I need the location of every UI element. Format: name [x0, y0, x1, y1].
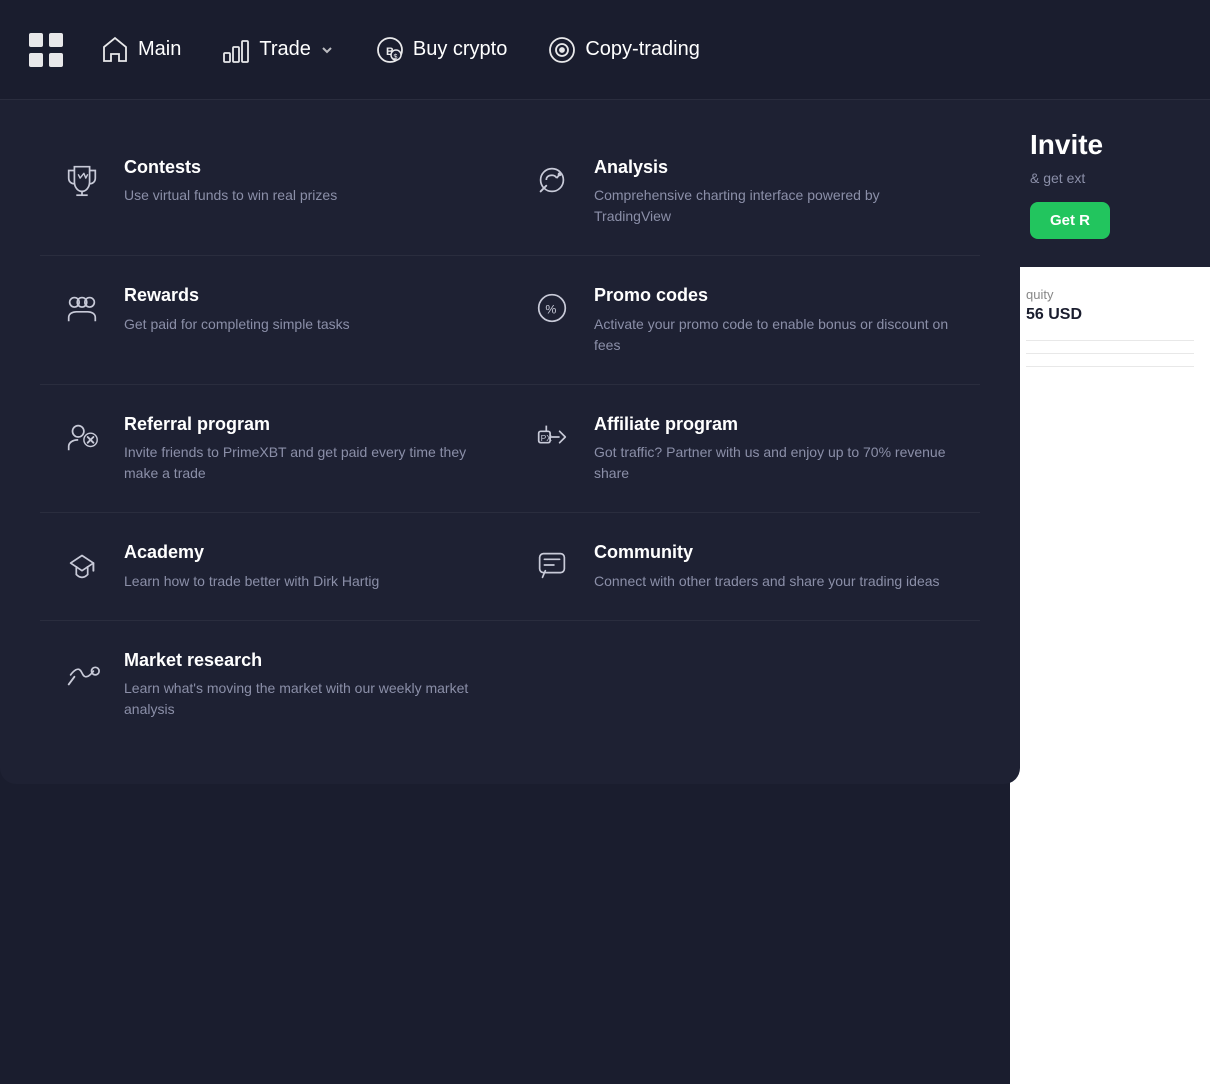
affiliate-desc: Got traffic? Partner with us and enjoy u… — [594, 442, 960, 484]
rewards-content: Rewards Get paid for completing simple t… — [124, 284, 490, 334]
promo-icon: % — [530, 286, 574, 330]
invite-card: Invite & get ext Get R — [1010, 100, 1210, 267]
analysis-title: Analysis — [594, 156, 960, 179]
academy-icon — [60, 543, 104, 587]
svg-text:$: $ — [393, 54, 397, 61]
equity-section: quity 56 USD — [1010, 267, 1210, 1084]
trade-dropdown: Contests Use virtual funds to win real p… — [0, 100, 1020, 784]
promo-content: Promo codes Activate your promo code to … — [594, 284, 960, 355]
referral-content: Referral program Invite friends to Prime… — [124, 413, 490, 484]
equity-value: 56 USD — [1026, 306, 1194, 324]
dropdown-item-rewards[interactable]: Rewards Get paid for completing simple t… — [40, 260, 510, 379]
invite-sub: & get ext — [1030, 170, 1190, 186]
community-title: Community — [594, 541, 960, 564]
affiliate-icon: PX — [530, 415, 574, 459]
academy-desc: Learn how to trade better with Dirk Hart… — [124, 571, 490, 592]
promo-desc: Activate your promo code to enable bonus… — [594, 314, 960, 356]
affiliate-content: Affiliate program Got traffic? Partner w… — [594, 413, 960, 484]
dropdown-item-promo[interactable]: % Promo codes Activate your promo code t… — [510, 260, 980, 379]
svg-text:PX: PX — [541, 433, 553, 443]
dropdown-grid: Contests Use virtual funds to win real p… — [40, 132, 980, 744]
get-referral-button[interactable]: Get R — [1030, 202, 1110, 239]
rewards-desc: Get paid for completing simple tasks — [124, 314, 490, 335]
divider-4 — [40, 620, 980, 621]
equity-divider-2 — [1026, 353, 1194, 354]
academy-content: Academy Learn how to trade better with D… — [124, 541, 490, 591]
rewards-title: Rewards — [124, 284, 490, 307]
nav-copy-trading[interactable]: Copy-trading — [531, 25, 716, 75]
dropdown-item-community[interactable]: Community Connect with other traders and… — [510, 517, 980, 615]
trade-chevron-icon — [319, 42, 335, 58]
nav-main[interactable]: Main — [84, 25, 197, 75]
community-icon — [530, 543, 574, 587]
community-desc: Connect with other traders and share you… — [594, 571, 960, 592]
contests-desc: Use virtual funds to win real prizes — [124, 185, 490, 206]
dropdown-item-affiliate[interactable]: PX Affiliate program Got traffic? Partne… — [510, 389, 980, 508]
equity-divider-3 — [1026, 366, 1194, 367]
dropdown-item-analysis[interactable]: Analysis Comprehensive charting interfac… — [510, 132, 980, 251]
nav-copy-trading-label: Copy-trading — [585, 38, 700, 61]
right-panel: drawal limit Invite & get ext Get R quit… — [1010, 0, 1210, 1084]
invite-title: Invite — [1030, 128, 1190, 162]
promo-title: Promo codes — [594, 284, 960, 307]
app-logo[interactable] — [24, 28, 68, 72]
equity-label: quity — [1026, 287, 1194, 302]
dropdown-item-market-research[interactable]: Market research Learn what's moving the … — [40, 625, 510, 744]
nav-buy-crypto[interactable]: B $ Buy crypto — [359, 25, 523, 75]
market-research-content: Market research Learn what's moving the … — [124, 649, 490, 720]
dropdown-item-contests[interactable]: Contests Use virtual funds to win real p… — [40, 132, 510, 251]
nav-buy-crypto-label: Buy crypto — [413, 38, 507, 61]
market-research-title: Market research — [124, 649, 490, 672]
navbar: Main Trade B $ Buy crypto Copy-trading — [0, 0, 1210, 100]
divider-2 — [40, 384, 980, 385]
svg-text:%: % — [545, 303, 556, 317]
equity-divider-1 — [1026, 340, 1194, 341]
affiliate-title: Affiliate program — [594, 413, 960, 436]
analysis-icon — [530, 158, 574, 202]
nav-trade[interactable]: Trade — [205, 25, 351, 75]
market-research-icon — [60, 651, 104, 695]
divider-3 — [40, 512, 980, 513]
market-research-desc: Learn what's moving the market with our … — [124, 678, 490, 720]
nav-trade-label: Trade — [259, 38, 311, 61]
analysis-content: Analysis Comprehensive charting interfac… — [594, 156, 960, 227]
contests-content: Contests Use virtual funds to win real p… — [124, 156, 490, 206]
referral-icon — [60, 415, 104, 459]
dropdown-item-academy[interactable]: Academy Learn how to trade better with D… — [40, 517, 510, 615]
divider-1 — [40, 255, 980, 256]
contests-title: Contests — [124, 156, 490, 179]
rewards-icon — [60, 286, 104, 330]
referral-desc: Invite friends to PrimeXBT and get paid … — [124, 442, 490, 484]
analysis-desc: Comprehensive charting interface powered… — [594, 185, 960, 227]
dropdown-item-referral[interactable]: Referral program Invite friends to Prime… — [40, 389, 510, 508]
academy-title: Academy — [124, 541, 490, 564]
community-content: Community Connect with other traders and… — [594, 541, 960, 591]
trophy-icon — [60, 158, 104, 202]
nav-main-label: Main — [138, 38, 181, 61]
referral-title: Referral program — [124, 413, 490, 436]
